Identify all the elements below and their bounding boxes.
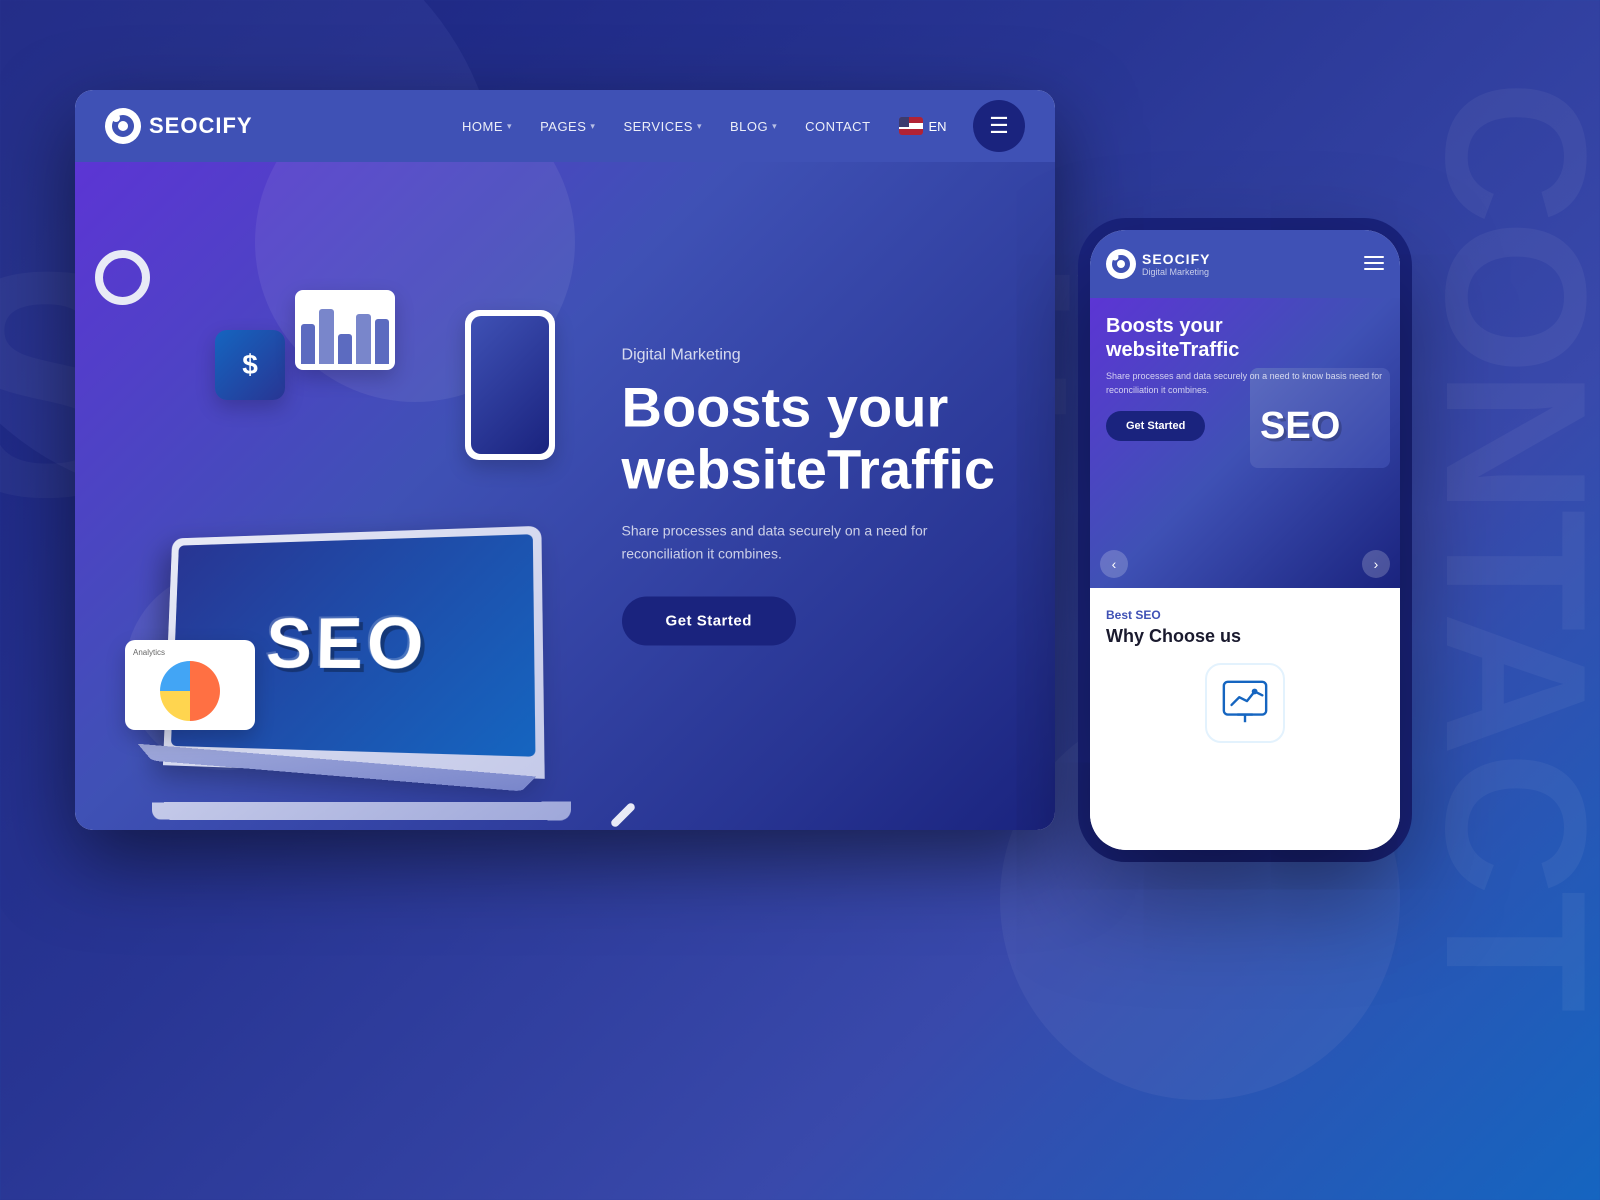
- phone-screen-mini: [471, 316, 549, 454]
- hero-cta-button[interactable]: Get Started: [622, 596, 796, 645]
- bar-5: [375, 319, 389, 364]
- mobile-logo-subtitle: Digital Marketing: [1142, 267, 1210, 277]
- nav-link-blog[interactable]: BLOG ▾: [730, 119, 777, 134]
- mobile-nav: SEOCIFY Digital Marketing: [1090, 230, 1400, 298]
- mobile-hero-content: Boosts your websiteTraffic Share process…: [1090, 298, 1400, 457]
- monitor-icon-box: [1205, 663, 1285, 743]
- mobile-hero-title: Boosts your websiteTraffic: [1106, 314, 1384, 362]
- monitor-chart-icon: [1220, 678, 1270, 728]
- nav-link-pages[interactable]: PAGES ▾: [540, 119, 595, 134]
- floating-bar-chart: [295, 290, 395, 370]
- flag-icon: [899, 117, 923, 135]
- dollar-icon: $: [242, 349, 258, 381]
- nav-link-contact[interactable]: CONTACT: [805, 119, 870, 134]
- prev-arrow-button[interactable]: ‹: [1100, 550, 1128, 578]
- mobile-section-label: Best SEO: [1106, 608, 1384, 622]
- floating-magnifier: [95, 250, 175, 330]
- pages-chevron-icon: ▾: [590, 121, 595, 132]
- home-chevron-icon: ▾: [507, 121, 512, 132]
- hero-subtitle: Digital Marketing: [622, 347, 995, 365]
- desktop-nav-links: HOME ▾ PAGES ▾ SERVICES ▾ BLOG ▾ CONTACT: [462, 116, 1005, 137]
- pie-chart-icon: [160, 661, 220, 721]
- mobile-hero: Boosts your websiteTraffic Share process…: [1090, 298, 1400, 588]
- hero-title: Boosts your websiteTraffic: [622, 377, 995, 500]
- laptop-base: [152, 802, 571, 821]
- bar-3: [338, 334, 352, 364]
- floating-chart: Analytics: [125, 640, 255, 730]
- desktop-nav: SEOCIFY HOME ▾ PAGES ▾ SERVICES ▾ BLOG ▾…: [75, 90, 1055, 162]
- floating-dollar: $: [215, 330, 285, 400]
- mobile-mockup: SEOCIFY Digital Marketing Boosts your we…: [1090, 230, 1400, 850]
- mobile-logo-name: SEOCIFY: [1142, 251, 1210, 267]
- mobile-logo[interactable]: SEOCIFY Digital Marketing: [1106, 249, 1210, 279]
- mobile-hero-description: Share processes and data securely on a n…: [1106, 370, 1384, 397]
- language-label: EN: [929, 119, 947, 134]
- hero-description: Share processes and data securely on a n…: [622, 520, 942, 565]
- hero-content: Digital Marketing Boosts your websiteTra…: [622, 347, 995, 646]
- hamburger-menu-button[interactable]: ☰: [973, 100, 1025, 152]
- next-arrow-button[interactable]: ›: [1362, 550, 1390, 578]
- mobile-why-section: Best SEO Why Choose us: [1090, 588, 1400, 850]
- mobile-section-title: Why Choose us: [1106, 626, 1384, 647]
- magnifier-handle: [610, 802, 637, 829]
- desktop-hero: SEO Analytics $: [75, 162, 1055, 830]
- logo-icon: [105, 108, 141, 144]
- hamburger-lines-icon: [1364, 256, 1384, 270]
- bg-text-contact: CONTACT: [1400, 80, 1600, 1008]
- mobile-hero-arrows: ‹ ›: [1090, 550, 1400, 578]
- hamburger-icon: ☰: [989, 113, 1009, 139]
- nav-link-services[interactable]: SERVICES ▾: [623, 119, 702, 134]
- nav-link-home[interactable]: HOME ▾: [462, 119, 512, 134]
- seo-illustration: SEO Analytics $: [95, 250, 635, 830]
- desktop-mockup: SEOCIFY HOME ▾ PAGES ▾ SERVICES ▾ BLOG ▾…: [75, 90, 1055, 830]
- chart-label: Analytics: [133, 648, 247, 657]
- bar-1: [301, 324, 315, 364]
- desktop-logo[interactable]: SEOCIFY: [105, 108, 253, 144]
- seo-3d-text: SEO: [265, 602, 428, 686]
- language-selector[interactable]: EN: [899, 117, 947, 135]
- services-chevron-icon: ▾: [697, 121, 702, 132]
- logo-text: SEOCIFY: [149, 113, 253, 139]
- mobile-hero-cta-button[interactable]: Get Started: [1106, 411, 1205, 441]
- mobile-menu-icon[interactable]: [1364, 254, 1384, 275]
- bar-2: [319, 309, 333, 364]
- magnifier-circle: [95, 250, 150, 305]
- mobile-logo-icon: [1106, 249, 1136, 279]
- mobile-logo-text: SEOCIFY Digital Marketing: [1142, 251, 1210, 277]
- bar-4: [356, 314, 370, 364]
- floating-phone: [465, 310, 555, 460]
- blog-chevron-icon: ▾: [772, 121, 777, 132]
